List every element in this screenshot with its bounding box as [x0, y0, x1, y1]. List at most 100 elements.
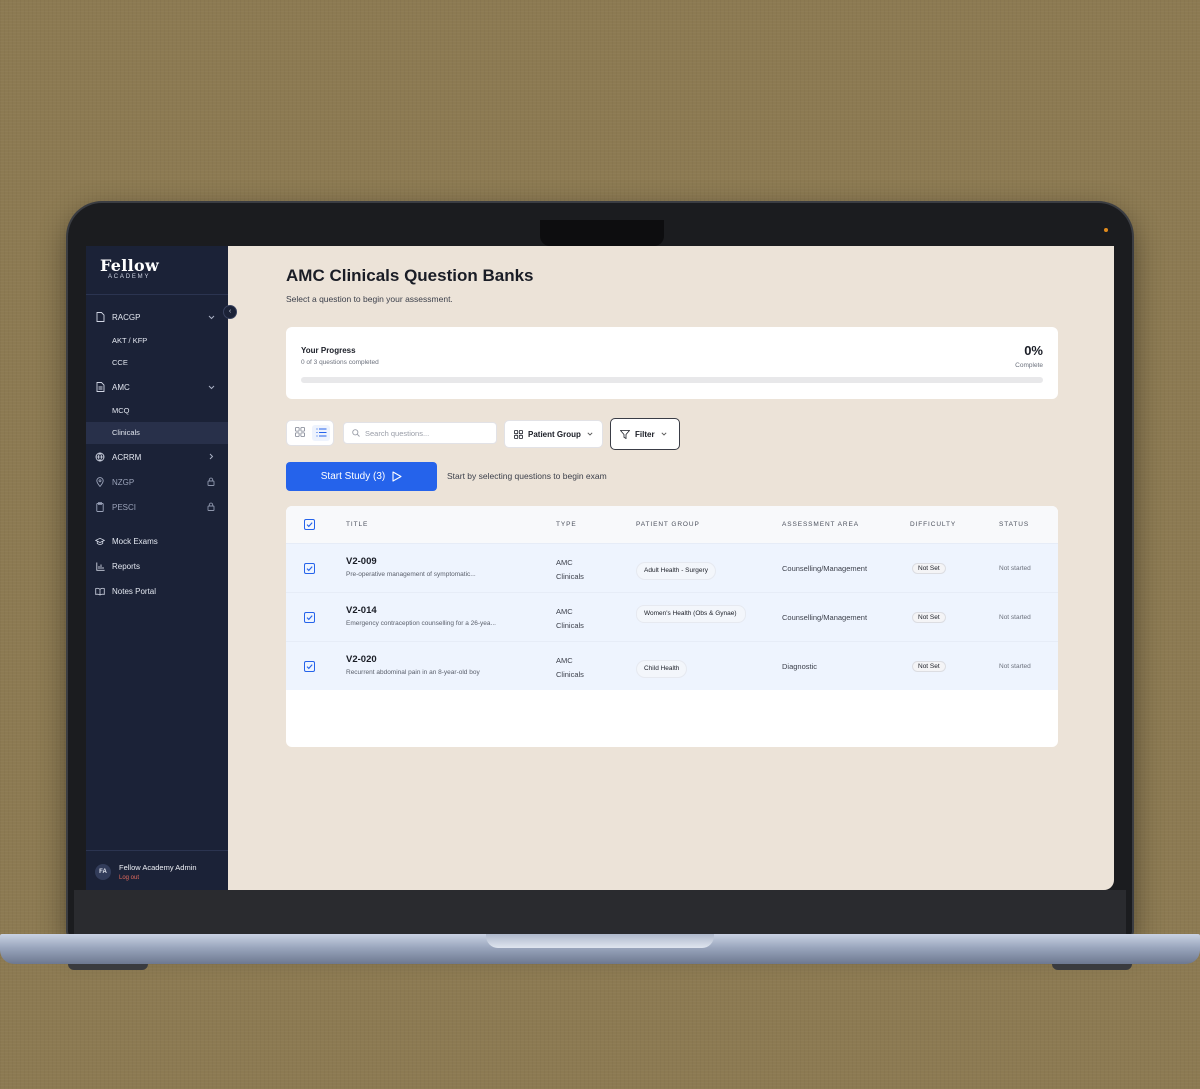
question-description: Pre-operative management of symptomatic.… [346, 571, 476, 578]
user-profile[interactable]: FA Fellow Academy Admin Log out [86, 850, 228, 890]
grid-icon [514, 429, 523, 439]
bar-chart-icon [95, 561, 105, 571]
sidebar-divider [86, 294, 228, 295]
chevron-right-icon [206, 453, 216, 462]
difficulty-badge: Not Set [912, 612, 946, 623]
location-icon [95, 477, 105, 487]
sidebar-item-label: Notes Portal [112, 586, 157, 596]
sidebar-item-label: ACRRM [112, 452, 142, 462]
search-input[interactable] [365, 428, 485, 438]
sidebar-item-racgp[interactable]: RACGP [86, 306, 228, 328]
play-icon [392, 471, 402, 482]
patient-group-badge: Child Health [636, 660, 688, 678]
app-screen: Fellow ACADEMY RACGP AKT / KFP CCE AMC M… [86, 246, 1114, 890]
view-toggle [286, 420, 334, 446]
document-icon [95, 312, 105, 322]
sidebar-item-clinicals[interactable]: Clinicals [86, 422, 228, 444]
question-type: AMC Clinicals [556, 654, 616, 682]
lock-icon [206, 502, 216, 513]
progress-subtitle: 0 of 3 questions completed [301, 359, 379, 366]
question-type-line: AMC [556, 558, 573, 567]
laptop-foot-right [1052, 964, 1132, 970]
sidebar-item-pesci[interactable]: PESCI [86, 496, 228, 518]
patient-group-badge: Adult Health - Surgery [636, 562, 716, 580]
table-row[interactable]: V2-014 Emergency contraception counselli… [286, 592, 1058, 641]
sidebar-item-nzgp[interactable]: NZGP [86, 471, 228, 493]
sidebar-item-acrrm[interactable]: ACRRM [86, 446, 228, 468]
sidebar-item-akt-kfp[interactable]: AKT / KFP [86, 330, 228, 352]
chevron-down-icon [206, 383, 216, 392]
sidebar-item-label: RACGP [112, 312, 141, 322]
start-hint: Start by selecting questions to begin ex… [447, 471, 607, 481]
search-field[interactable] [343, 422, 497, 444]
table-header: TITLE TYPE PATIENT GROUP ASSESSMENT AREA… [286, 506, 1058, 543]
chevron-down-icon [587, 431, 593, 438]
sidebar-item-label: AMC [112, 382, 130, 392]
patient-group-label: Patient Group [528, 429, 581, 439]
column-header-title[interactable]: TITLE [346, 521, 368, 528]
start-study-label: Start Study (3) [320, 471, 386, 482]
question-id[interactable]: V2-009 [346, 556, 377, 567]
page-title: AMC Clinicals Question Banks [286, 266, 534, 285]
sidebar-collapse-button[interactable]: ‹ [223, 305, 237, 319]
list-view-button[interactable] [312, 425, 330, 441]
start-study-button[interactable]: Start Study (3) [286, 462, 437, 491]
clipboard-icon [95, 502, 105, 512]
question-description: Emergency contraception counselling for … [346, 620, 496, 627]
chevron-left-icon: ‹ [228, 308, 232, 315]
sidebar-item-label: NZGP [112, 477, 135, 487]
column-header-difficulty[interactable]: DIFFICULTY [910, 521, 956, 528]
question-id[interactable]: V2-020 [346, 654, 377, 665]
sidebar-item-reports[interactable]: Reports [86, 555, 228, 577]
filter-icon [620, 429, 630, 439]
globe-icon [95, 452, 105, 462]
book-icon [95, 586, 105, 596]
laptop-foot-left [68, 964, 148, 970]
row-checkbox[interactable] [304, 563, 315, 574]
sidebar-item-amc[interactable]: AMC [86, 376, 228, 398]
sidebar-item-cce[interactable]: CCE [86, 352, 228, 374]
laptop-base-groove [486, 934, 714, 948]
progress-bar [301, 377, 1043, 383]
toolbar: Patient Group Filter [286, 418, 786, 450]
progress-percent: 0% [1024, 343, 1043, 358]
brand-logo[interactable]: Fellow ACADEMY [100, 256, 159, 280]
filter-label: Filter [635, 429, 655, 439]
question-type-line: Clinicals [556, 670, 584, 679]
filter-dropdown[interactable]: Filter [610, 418, 680, 450]
sidebar-item-mock-exams[interactable]: Mock Exams [86, 530, 228, 552]
sidebar-item-mcq[interactable]: MCQ [86, 400, 228, 422]
user-name: Fellow Academy Admin [119, 863, 197, 872]
select-all-checkbox[interactable] [304, 519, 315, 530]
table-row[interactable]: V2-020 Recurrent abdominal pain in an 8-… [286, 641, 1058, 690]
question-type-line: Clinicals [556, 572, 584, 581]
sidebar-item-label: Reports [112, 561, 141, 571]
question-type: AMC Clinicals [556, 556, 616, 584]
chevron-down-icon [206, 313, 216, 322]
row-checkbox[interactable] [304, 612, 315, 623]
column-header-patient-group[interactable]: PATIENT GROUP [636, 521, 700, 528]
column-header-assessment-area[interactable]: ASSESSMENT AREA [782, 521, 859, 528]
row-checkbox[interactable] [304, 661, 315, 672]
questions-table: TITLE TYPE PATIENT GROUP ASSESSMENT AREA… [286, 506, 1058, 747]
column-header-status[interactable]: STATUS [999, 521, 1029, 528]
patient-group-dropdown[interactable]: Patient Group [504, 420, 603, 448]
avatar: FA [95, 864, 111, 880]
question-id[interactable]: V2-014 [346, 605, 377, 616]
progress-title: Your Progress [301, 346, 356, 355]
question-type-line: AMC [556, 656, 573, 665]
graduation-cap-icon [95, 536, 105, 546]
laptop-bezel [74, 890, 1126, 934]
chevron-down-icon [661, 431, 667, 438]
status-text: Not started [999, 614, 1031, 621]
grid-view-button[interactable] [291, 425, 309, 441]
question-type: AMC Clinicals [556, 605, 616, 633]
progress-card: Your Progress 0 of 3 questions completed… [286, 327, 1058, 399]
column-header-type[interactable]: TYPE [556, 521, 577, 528]
sidebar-item-notes-portal[interactable]: Notes Portal [86, 580, 228, 602]
table-row[interactable]: V2-009 Pre-operative management of sympt… [286, 543, 1058, 592]
list-icon [316, 424, 327, 442]
camera-notch [540, 220, 664, 246]
logout-link[interactable]: Log out [119, 875, 139, 881]
sidebar-item-label: PESCI [112, 502, 137, 512]
